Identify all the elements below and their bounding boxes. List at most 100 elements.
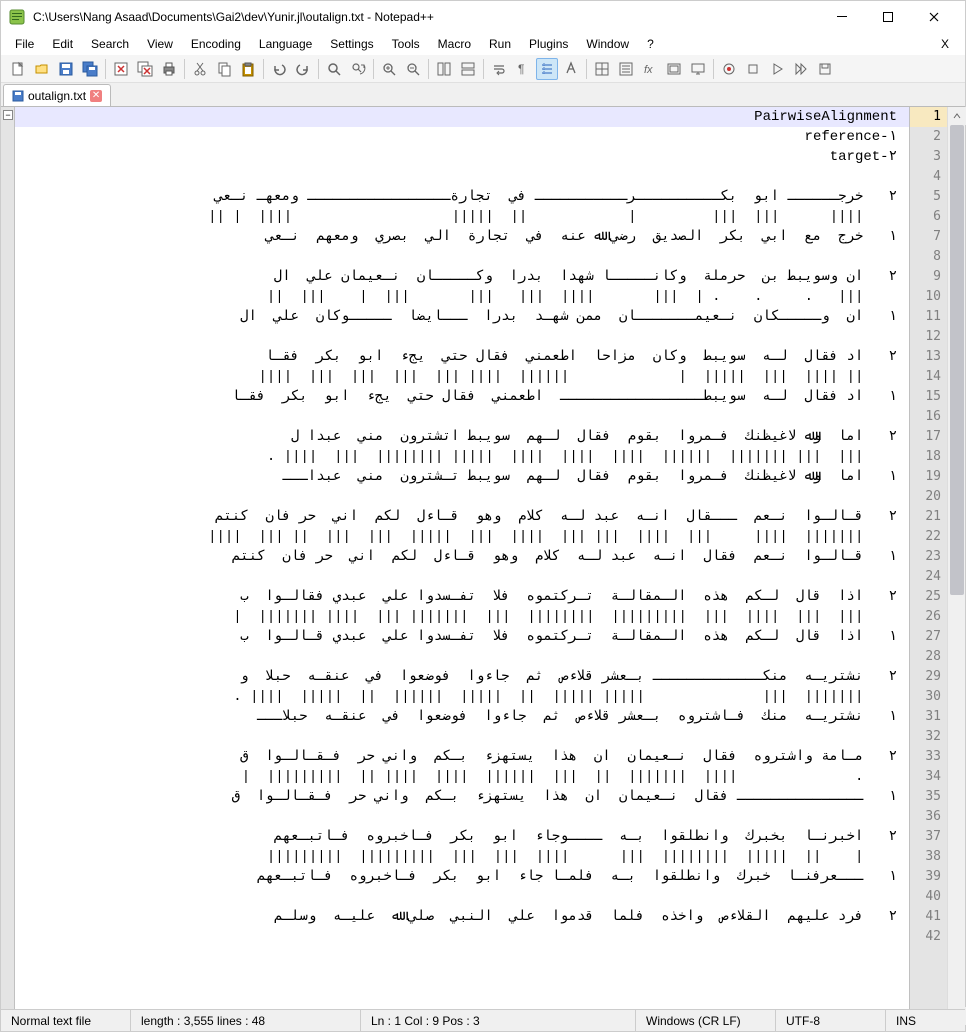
text-line[interactable] xyxy=(15,807,909,827)
open-file-icon[interactable] xyxy=(31,58,53,80)
text-line[interactable]: ٢ مـامة واشتروه فقال نـعيمان ان هذا يسته… xyxy=(15,747,909,767)
text-line[interactable]: | || ||||| |||||||| ||| |||| ||| ||| |||… xyxy=(15,847,909,867)
function-list-icon[interactable]: fx xyxy=(639,58,661,80)
scrollbar-thumb[interactable] xyxy=(950,125,964,595)
save-macro-icon[interactable] xyxy=(814,58,836,80)
menu-search[interactable]: Search xyxy=(83,35,137,53)
text-line[interactable]: ١ ان وـــــكان نـعيمـــــــان ممن شهـد ب… xyxy=(15,307,909,327)
menu-language[interactable]: Language xyxy=(251,35,320,53)
menu-edit[interactable]: Edit xyxy=(44,35,81,53)
text-area[interactable]: PairwiseAlignmentreference-١target-٢ ٢ خر… xyxy=(15,107,909,1025)
menu-encoding[interactable]: Encoding xyxy=(183,35,249,53)
text-line[interactable] xyxy=(15,567,909,587)
text-line[interactable]: ٢ ان وسويبط بن حرملة وكانـــــا شهدا بدر… xyxy=(15,267,909,287)
user-lang-icon[interactable] xyxy=(560,58,582,80)
sync-h-icon[interactable] xyxy=(457,58,479,80)
text-line[interactable] xyxy=(15,887,909,907)
text-line[interactable]: ٢ نشتريـه منكـــــــــــــ بـعشر قلاءص ث… xyxy=(15,667,909,687)
word-wrap-icon[interactable] xyxy=(488,58,510,80)
cut-icon[interactable] xyxy=(189,58,211,80)
text-line[interactable] xyxy=(15,167,909,187)
indent-guide-icon[interactable] xyxy=(536,58,558,80)
status-ins[interactable]: INS xyxy=(886,1010,965,1031)
text-line[interactable] xyxy=(15,647,909,667)
new-file-icon[interactable] xyxy=(7,58,29,80)
folder-workspace-icon[interactable] xyxy=(663,58,685,80)
text-line[interactable]: |||| ||| ||| | || ||||| |||| | || xyxy=(15,207,909,227)
scroll-up-icon[interactable] xyxy=(948,107,966,125)
menu-macro[interactable]: Macro xyxy=(430,35,479,53)
text-line[interactable]: PairwiseAlignment xyxy=(15,107,909,127)
text-line[interactable]: ٢ فرد عليهم القلاءص واخذه فلما قدموا علي… xyxy=(15,907,909,927)
tab-close-icon[interactable]: ✕ xyxy=(90,90,102,102)
menu-run[interactable]: Run xyxy=(481,35,519,53)
text-line[interactable] xyxy=(15,327,909,347)
zoom-out-icon[interactable] xyxy=(402,58,424,80)
fold-toggle[interactable]: − xyxy=(3,110,13,120)
menu-tools[interactable]: Tools xyxy=(384,35,428,53)
text-line[interactable]: ||| ||| |||| ||| ||||||||| |||||||| ||| … xyxy=(15,607,909,627)
text-line[interactable]: ١ نشتريـه منك فـاشتروه بـعشر قلاءص ثم جا… xyxy=(15,707,909,727)
save-icon[interactable] xyxy=(55,58,77,80)
text-line[interactable]: ٢ اما وﷲ لاغيظنك فـمروا بقوم فقال لـهم س… xyxy=(15,427,909,447)
text-line[interactable]: ١ ـــــــــــــــ فقال نـعيمان ان هذا يس… xyxy=(15,787,909,807)
text-line[interactable]: ٢ اد فقال لـه سويبط وكان مزاحا اطعمني فق… xyxy=(15,347,909,367)
text-line[interactable]: ٢ خرجــــــ ابو بكــــــــــرـــــــــــ… xyxy=(15,187,909,207)
menu-help[interactable]: ? xyxy=(639,35,662,53)
text-line[interactable]: ||| ||| ||||||| |||||| |||| |||| |||| ||… xyxy=(15,447,909,467)
maximize-button[interactable] xyxy=(865,2,911,32)
print-icon[interactable] xyxy=(158,58,180,80)
menu-view[interactable]: View xyxy=(139,35,181,53)
text-line[interactable]: ||||||| |||| ||| |||| ||| ||| |||| ||| |… xyxy=(15,527,909,547)
redo-icon[interactable] xyxy=(292,58,314,80)
monitor-icon[interactable] xyxy=(687,58,709,80)
text-line[interactable] xyxy=(15,727,909,747)
doc-list-icon[interactable] xyxy=(615,58,637,80)
menu-file[interactable]: File xyxy=(7,35,42,53)
text-line[interactable]: ٢ اذا قال لـكم هذه الـمقالـة تـركتموه فل… xyxy=(15,587,909,607)
text-line[interactable]: ||||||| ||| ||||| ||||| || ||||| |||||| … xyxy=(15,687,909,707)
menu-trail-x[interactable]: X xyxy=(931,35,959,53)
undo-icon[interactable] xyxy=(268,58,290,80)
text-line[interactable]: ١ اذا قال لـكم هذه الـمقالـة تـركتموه فل… xyxy=(15,627,909,647)
text-line[interactable]: reference-١ xyxy=(15,127,909,147)
close-file-icon[interactable] xyxy=(110,58,132,80)
text-line[interactable]: ||| . . . | ||| |||| ||| ||| ||| | ||| |… xyxy=(15,287,909,307)
text-line[interactable] xyxy=(15,407,909,427)
text-line[interactable]: ١ ـــعرفنـا خبرك وانطلقوا بـه فلمـا جاء … xyxy=(15,867,909,887)
menu-plugins[interactable]: Plugins xyxy=(521,35,576,53)
vertical-scrollbar[interactable] xyxy=(947,107,965,1025)
text-line[interactable]: ١ خرج مع ابي بكر الصديق رضي ﷲ عنه في تجا… xyxy=(15,227,909,247)
play-macro-icon[interactable] xyxy=(766,58,788,80)
close-all-icon[interactable] xyxy=(134,58,156,80)
text-line[interactable]: . |||| ||||||| || ||| |||||| |||| |||| |… xyxy=(15,767,909,787)
minimize-button[interactable] xyxy=(819,2,865,32)
record-macro-icon[interactable] xyxy=(718,58,740,80)
save-all-icon[interactable] xyxy=(79,58,101,80)
zoom-in-icon[interactable] xyxy=(378,58,400,80)
text-line[interactable]: || |||| ||| ||||| | |||||| |||| ||| ||| … xyxy=(15,367,909,387)
text-line[interactable]: ٢ قـالـوا نـعم ـــقال انـه عبد لـه كلام … xyxy=(15,507,909,527)
copy-icon[interactable] xyxy=(213,58,235,80)
text-line[interactable]: target-٢ xyxy=(15,147,909,167)
text-line[interactable]: ١ اما وﷲ لاغيظنك فـمروا بقوم فقال لـهم س… xyxy=(15,467,909,487)
text-line[interactable] xyxy=(15,927,909,947)
find-icon[interactable] xyxy=(323,58,345,80)
menu-settings[interactable]: Settings xyxy=(322,35,381,53)
menu-window[interactable]: Window xyxy=(578,35,637,53)
paste-icon[interactable] xyxy=(237,58,259,80)
tab-outalign[interactable]: outalign.txt ✕ xyxy=(3,84,111,106)
text-line[interactable] xyxy=(15,247,909,267)
status-eol[interactable]: Windows (CR LF) xyxy=(636,1010,776,1031)
text-line[interactable]: ١ قـالـوا نـعم فقال انـه عبد لـه كلام وه… xyxy=(15,547,909,567)
show-all-chars-icon[interactable]: ¶ xyxy=(512,58,534,80)
stop-macro-icon[interactable] xyxy=(742,58,764,80)
text-line[interactable]: ١ اد فقال لـه سويبطـــــــــــــــــ اطع… xyxy=(15,387,909,407)
play-multi-icon[interactable] xyxy=(790,58,812,80)
sync-v-icon[interactable] xyxy=(433,58,455,80)
doc-map-icon[interactable] xyxy=(591,58,613,80)
text-line[interactable]: ٢ اخبرنـا بخبرك وانطلقوا بـه ــــوجاء اب… xyxy=(15,827,909,847)
status-encoding[interactable]: UTF-8 xyxy=(776,1010,886,1031)
text-line[interactable] xyxy=(15,487,909,507)
close-button[interactable] xyxy=(911,2,957,32)
